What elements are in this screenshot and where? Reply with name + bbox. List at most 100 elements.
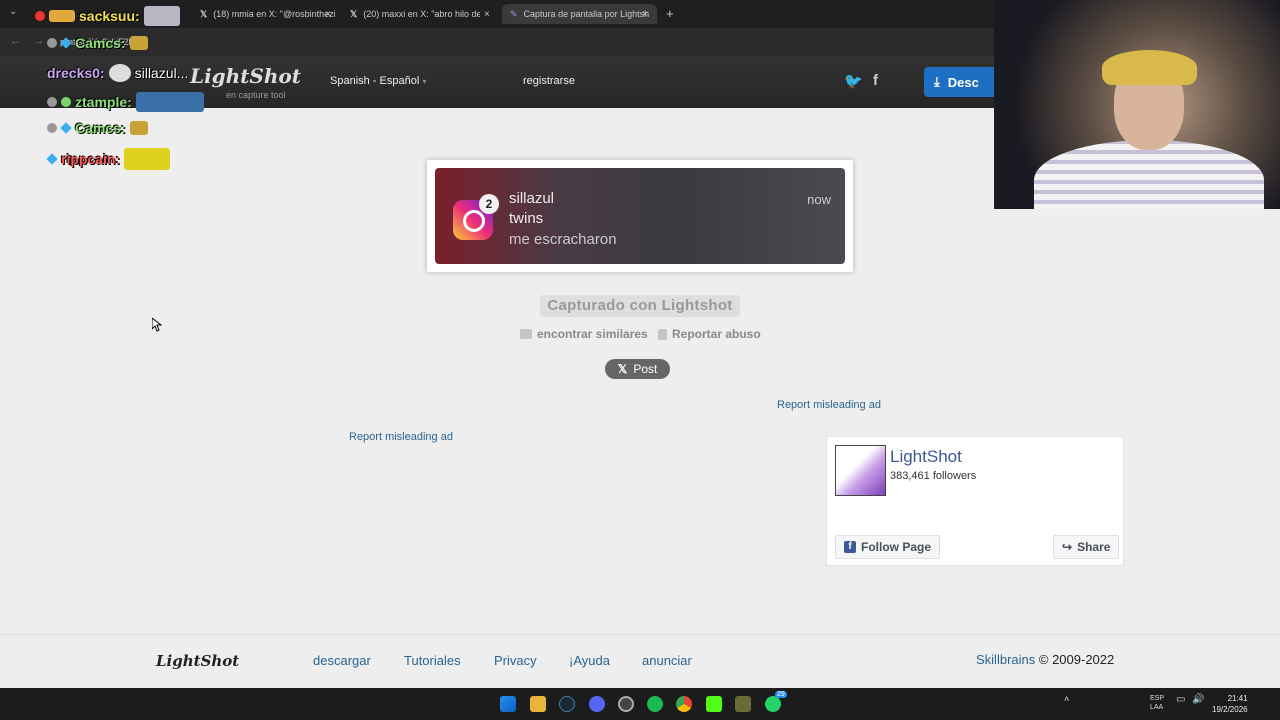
page-avatar[interactable]: [835, 445, 886, 496]
footer-link-download[interactable]: descargar: [313, 653, 371, 668]
webcam-overlay: [994, 0, 1280, 209]
tab-3-close-icon[interactable]: ×: [642, 8, 648, 20]
volume-icon[interactable]: 🔊: [1192, 694, 1204, 705]
footer-link-privacy[interactable]: Privacy: [494, 653, 537, 668]
notification-message: me escracharon: [509, 231, 617, 248]
steam-icon[interactable]: [559, 696, 575, 712]
facebook-icon: f: [844, 541, 856, 553]
language-indicator[interactable]: ESP LAA: [1150, 694, 1164, 712]
download-button[interactable]: ⤓ Desc: [924, 67, 1004, 97]
share-label: Share: [1077, 540, 1111, 554]
language-selector[interactable]: Spanish - Español ▾: [330, 75, 426, 87]
footer-link-help[interactable]: ¡Ayuda: [569, 653, 610, 668]
register-link[interactable]: registrarse: [523, 75, 575, 87]
lightshot-logo[interactable]: LightShot: [190, 64, 301, 88]
file-explorer-icon[interactable]: [530, 696, 546, 712]
tab-2-label: (20) maxxi en X: "abro hilo de g: [363, 9, 480, 19]
tab-1-close-icon[interactable]: ×: [325, 8, 331, 20]
copyright-text: © 2009-2022: [1038, 652, 1115, 667]
system-clock[interactable]: 21:41 19/2/2026: [1212, 693, 1248, 715]
tab-list-icon[interactable]: ⌄: [9, 6, 17, 17]
badge-icon: [35, 11, 45, 21]
facebook-icon[interactable]: f: [873, 72, 878, 89]
report-abuse-link[interactable]: Reportar abuso: [658, 327, 761, 341]
footer-link-advertise[interactable]: anunciar: [642, 653, 692, 668]
cube-badge-icon: [60, 37, 72, 49]
screenshot-frame: 2 sillazul twins me escracharon now: [427, 160, 853, 272]
chat-user: sacksuu:: [79, 8, 140, 24]
cube-badge-icon: [60, 122, 72, 134]
windows-start-icon[interactable]: [500, 696, 516, 712]
notification-sender: sillazul: [509, 190, 555, 207]
chat-message: sacksuu:: [35, 6, 180, 26]
emote-icon: [49, 10, 75, 22]
chevron-up-icon[interactable]: ˄: [1064, 694, 1069, 704]
badge-icon: [61, 97, 71, 107]
tab-2[interactable]: 𝕏 (20) maxxi en X: "abro hilo de g: [350, 4, 480, 24]
chat-user: rippcain:: [61, 151, 121, 167]
windows-taskbar: 29: [0, 688, 1280, 720]
chevron-down-icon: ▾: [422, 77, 427, 86]
tab-2-close-icon[interactable]: ×: [484, 8, 490, 20]
notification-badge: 2: [479, 194, 499, 214]
emote-icon: [108, 64, 131, 82]
report-ad-link[interactable]: Report misleading ad: [349, 431, 453, 443]
footer-divider: [0, 634, 1280, 635]
whatsapp-icon[interactable]: [765, 696, 781, 712]
share-button[interactable]: ↪ Share: [1053, 535, 1120, 559]
emote-icon: [135, 92, 204, 112]
x-post-button[interactable]: 𝕏 Post: [605, 359, 670, 379]
chat-user: ztample:: [75, 94, 132, 110]
chat-user: Camcs:: [75, 120, 126, 136]
x-logo-icon: 𝕏: [350, 8, 358, 19]
clock-date: 19/2/2026: [1212, 705, 1248, 714]
whatsapp-badge: 29: [775, 691, 787, 698]
language-code: ESP: [1150, 695, 1165, 702]
find-similar-link[interactable]: encontrar similares: [520, 327, 648, 341]
network-icon[interactable]: ▭: [1176, 694, 1185, 705]
download-label: Desc: [947, 74, 979, 90]
find-similar-label: encontrar similares: [537, 327, 648, 341]
tab-1[interactable]: 𝕏 (18) mmia en X: "@rosbinthezi: [200, 4, 335, 24]
obs-icon[interactable]: [618, 696, 634, 712]
page-name[interactable]: LightShot: [890, 447, 962, 467]
report-ad-link[interactable]: Report misleading ad: [777, 399, 881, 411]
footer-link-tutorials[interactable]: Tutoriales: [404, 653, 461, 668]
post-label: Post: [633, 362, 658, 376]
notification-time: now: [807, 192, 831, 207]
emote-icon: [124, 148, 171, 170]
badge-icon: [47, 38, 57, 48]
spotify-icon[interactable]: [647, 696, 663, 712]
game-icon[interactable]: [735, 696, 751, 712]
facebook-page-widget: LightShot 383,461 followers f Follow Pag…: [826, 436, 1124, 566]
badge-icon: [47, 123, 57, 133]
language-region: LAA: [1150, 704, 1164, 711]
back-arrow-icon[interactable]: ←: [10, 35, 21, 47]
webcam-hat: [1102, 50, 1197, 85]
camera-icon: [520, 329, 532, 339]
new-tab-button[interactable]: +: [666, 6, 674, 20]
kick-icon[interactable]: [706, 696, 722, 712]
follower-count: 383,461 followers: [890, 470, 977, 482]
tab-3-active[interactable]: ✎ Captura de pantalla por Lightsh: [502, 4, 657, 24]
emote-icon: [129, 36, 148, 50]
chat-user: Camcs:: [75, 35, 126, 51]
forward-arrow-icon[interactable]: →: [33, 35, 44, 47]
chrome-icon[interactable]: [676, 696, 692, 712]
share-icon: ↪: [1062, 540, 1073, 554]
copyright: Skillbrains © 2009-2022: [976, 652, 1114, 667]
screenshot-image[interactable]: 2 sillazul twins me escracharon now: [435, 168, 845, 264]
x-logo-icon: 𝕏: [617, 362, 628, 376]
captured-label: Capturado con Lightshot: [540, 295, 740, 317]
footer-logo[interactable]: LightShot: [156, 652, 239, 670]
twitter-icon[interactable]: 🐦: [844, 72, 863, 90]
follow-label: Follow Page: [861, 540, 932, 554]
mouse-cursor-icon: [152, 318, 162, 332]
discord-icon[interactable]: [589, 696, 605, 712]
company-link[interactable]: Skillbrains: [976, 652, 1035, 667]
report-abuse-label: Reportar abuso: [672, 327, 761, 341]
clock-time: 21:41: [1227, 694, 1248, 703]
tab-3-label: Captura de pantalla por Lightsh: [523, 9, 650, 19]
webcam-person: [1034, 140, 1264, 209]
follow-page-button[interactable]: f Follow Page: [835, 535, 941, 559]
